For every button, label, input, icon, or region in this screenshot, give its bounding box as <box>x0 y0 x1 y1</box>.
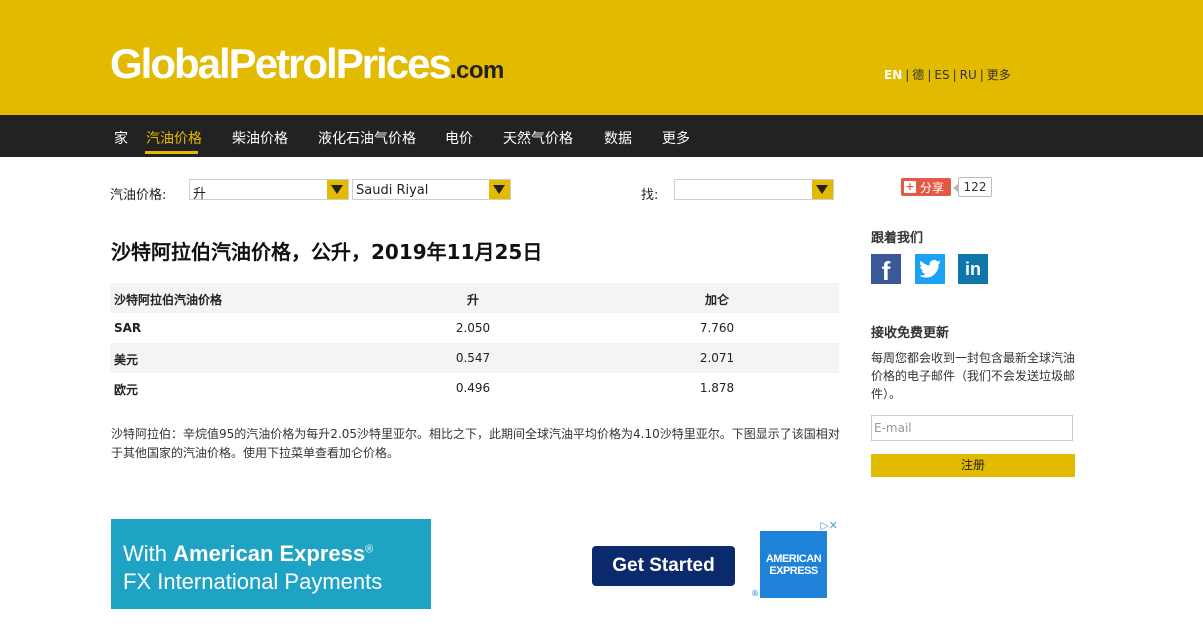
lang-ru-link[interactable]: RU <box>960 68 977 82</box>
currency-select[interactable]: Saudi Riyal <box>352 179 511 200</box>
table-row: SAR 2.050 7.760 <box>110 313 839 343</box>
ad-get-started-button[interactable]: Get Started <box>592 546 735 586</box>
facebook-icon[interactable]: f <box>871 254 901 286</box>
ad-banner[interactable]: With American Express® FX International … <box>111 519 839 609</box>
page-title: 沙特阿拉伯汽油价格，公升，2019年11月25日 <box>111 240 543 264</box>
filter-label: 汽油价格: <box>110 188 167 203</box>
free-updates-text: 每周您都会收到一封包含最新全球汽油价格的电子邮件（我们不会发送垃圾邮件）。 <box>871 351 1076 401</box>
chevron-down-icon[interactable] <box>327 180 348 199</box>
table-header-row: 沙特阿拉伯汽油价格 升 加仑 <box>110 283 839 313</box>
nav-item-gasoline[interactable]: 汽油价格 <box>146 128 202 148</box>
table-cell: SAR <box>114 321 142 335</box>
ad-headline-brand: American Express <box>173 541 366 566</box>
lang-es-link[interactable]: ES <box>934 68 949 82</box>
ad-registered-mark: ® <box>751 589 759 598</box>
table-cell: 0.496 <box>455 381 491 395</box>
nav-active-indicator <box>145 151 198 154</box>
amex-logo[interactable]: AMERICAN EXPRESS <box>760 531 827 598</box>
table-cell: 2.071 <box>699 351 735 365</box>
linkedin-icon[interactable]: in <box>958 254 988 284</box>
chevron-down-icon[interactable] <box>489 180 510 199</box>
nav-item-lpg[interactable]: 液化石油气价格 <box>318 128 416 148</box>
ad-text-panel[interactable]: With American Express® FX International … <box>111 519 431 609</box>
share-count-badge: 122 <box>953 177 992 197</box>
lang-separator: | <box>979 68 984 82</box>
email-field[interactable] <box>871 415 1073 441</box>
lang-more-link[interactable]: 更多 <box>987 68 1011 82</box>
email-input[interactable] <box>872 416 1072 440</box>
table-row: 美元 0.547 2.071 <box>110 343 839 373</box>
lang-separator: | <box>927 68 932 82</box>
price-description: 沙特阿拉伯：辛烷值95的汽油价格为每升2.05沙特里亚尔。相比之下，此期间全球汽… <box>111 427 840 460</box>
twitter-bird-glyph <box>919 259 941 278</box>
ad-headline-line2: FX International Payments <box>123 569 383 594</box>
language-switcher: EN | 德 | ES | RU | 更多 <box>884 66 1011 83</box>
lang-separator: | <box>952 68 957 82</box>
nav-item-diesel[interactable]: 柴油价格 <box>232 128 288 148</box>
site-header: GlobalPetrolPrices.com EN | 德 | ES | RU | 更多 <box>0 0 1203 115</box>
logo-main-text: GlobalPetrolPrices <box>110 40 452 87</box>
table-header-cell: 沙特阿拉伯汽油价格 <box>114 293 223 307</box>
table-row: 欧元 0.496 1.878 <box>110 373 839 403</box>
table-cell: 2.050 <box>455 321 491 335</box>
signup-button[interactable]: 注册 <box>871 454 1075 477</box>
chevron-down-icon[interactable] <box>812 180 833 199</box>
table-cell: 美元 <box>114 353 139 367</box>
lang-de-link[interactable]: 德 <box>912 68 924 82</box>
site-logo[interactable]: GlobalPetrolPrices.com <box>110 42 504 86</box>
logo-suffix-text: .com <box>449 57 505 84</box>
unit-select-value: 升 <box>193 187 207 202</box>
share-button[interactable]: + 分享 <box>901 178 951 196</box>
amex-logo-line1: AMERICAN <box>765 553 822 565</box>
table-header-cell: 加仑 <box>704 293 729 307</box>
ad-headline-reg: ® <box>365 543 374 556</box>
amex-logo-line2: EXPRESS <box>769 565 818 577</box>
follow-us-heading: 跟着我们 <box>871 231 924 246</box>
find-label: 找: <box>641 188 659 203</box>
twitter-icon[interactable] <box>915 254 945 284</box>
ad-headline-line1: With American Express® <box>123 541 373 567</box>
ad-headline-prefix: With <box>123 541 174 566</box>
nav-item-home[interactable]: 家 <box>114 128 128 148</box>
main-nav: 家 汽油价格 柴油价格 液化石油气价格 电价 天然气价格 数据 更多 <box>0 115 1203 157</box>
table-cell: 1.878 <box>699 381 735 395</box>
free-updates-heading: 接收免费更新 <box>871 326 950 341</box>
plus-icon: + <box>904 180 916 193</box>
nav-item-natural-gas[interactable]: 天然气价格 <box>503 128 573 148</box>
table-cell: 欧元 <box>114 383 139 397</box>
country-find-select[interactable] <box>674 179 834 200</box>
adchoices-icon[interactable]: ▷✕ <box>808 519 838 533</box>
currency-select-value: Saudi Riyal <box>356 183 429 198</box>
price-table: 沙特阿拉伯汽油价格 升 加仑 SAR 2.050 7.760 美元 0.547 … <box>110 283 839 403</box>
share-button-label: 分享 <box>920 181 945 195</box>
lang-en-link[interactable]: EN <box>884 68 902 82</box>
lang-separator: | <box>905 68 910 82</box>
table-header-cell: 升 <box>466 293 479 307</box>
table-cell: 0.547 <box>455 351 491 365</box>
nav-item-more[interactable]: 更多 <box>662 128 690 148</box>
table-cell: 7.760 <box>699 321 735 335</box>
nav-item-electricity[interactable]: 电价 <box>445 128 473 148</box>
unit-select[interactable]: 升 <box>189 179 349 202</box>
nav-item-data[interactable]: 数据 <box>604 128 632 148</box>
